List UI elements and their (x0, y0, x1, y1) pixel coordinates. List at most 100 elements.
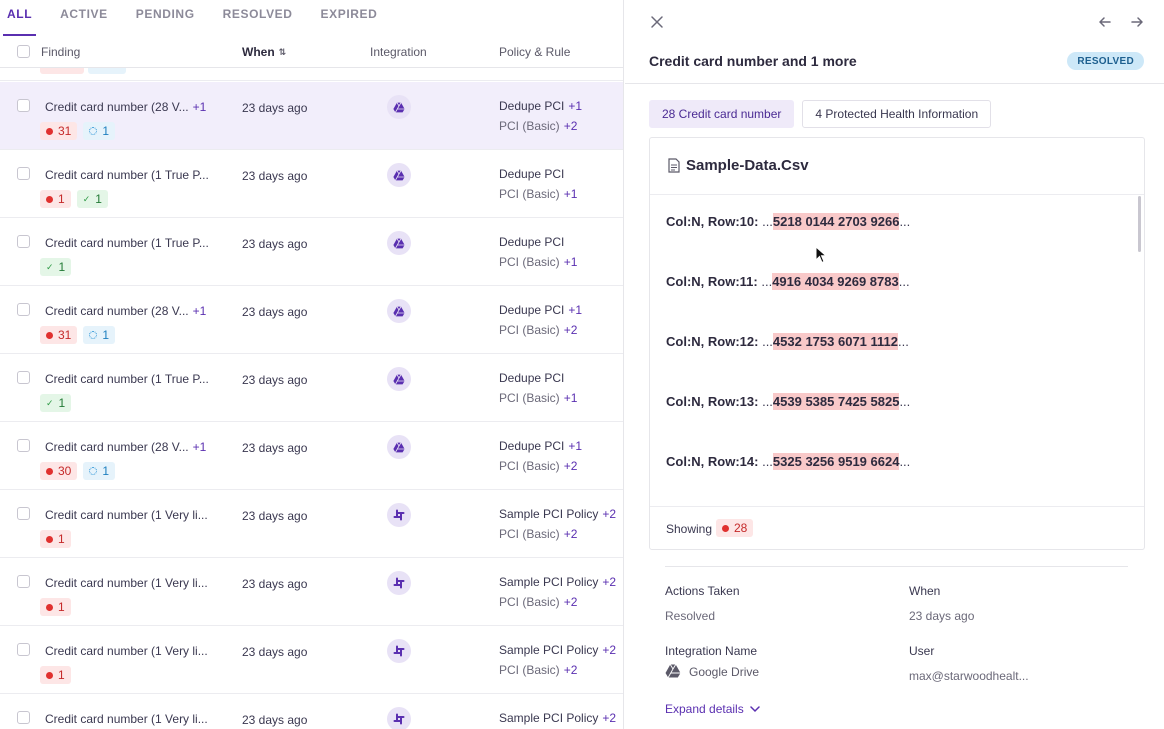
row-checkbox[interactable] (17, 439, 30, 452)
finding-name: Credit card number (1 True P... (45, 372, 209, 386)
policy-cell: Sample PCI Policy +2 PCI (Basic) +2 (499, 504, 616, 544)
rule-name: PCI (Basic) (499, 187, 560, 201)
when-cell: 23 days ago (242, 169, 308, 183)
finding-badges: 1 (40, 666, 71, 684)
in-progress-icon (89, 331, 98, 339)
finding-badges: 31 1 (40, 122, 116, 140)
rule-name: PCI (Basic) (499, 323, 560, 337)
status-tabs: ALL ACTIVE PENDING RESOLVED EXPIRED (0, 0, 623, 36)
rule-line: PCI (Basic) +2 (499, 660, 616, 680)
blue-count-badge: 1 (83, 462, 116, 480)
policy-line: Dedupe PCI +1 (499, 96, 582, 116)
row-checkbox[interactable] (17, 643, 30, 656)
rule-more-count: +1 (563, 255, 578, 269)
row-checkbox[interactable] (17, 711, 30, 724)
table-row[interactable]: Credit card number (1 Very li... 1 23 days… (0, 626, 623, 694)
scrollbar-thumb[interactable] (1138, 196, 1141, 252)
table-row[interactable]: Credit card number (1 Very li... 23 days … (0, 694, 623, 729)
finding-badges: ✓ 1 (40, 394, 72, 412)
integration-name-label: Integration Name (665, 644, 758, 658)
rule-name: PCI (Basic) (499, 527, 560, 541)
finding-name: Credit card number (28 V... +1 (45, 304, 206, 318)
policy-cell: Dedupe PCI +1 PCI (Basic) +2 (499, 436, 582, 476)
policy-cell: Dedupe PCI PCI (Basic) +1 (499, 164, 577, 204)
row-checkbox[interactable] (17, 371, 30, 384)
table-row[interactable]: Credit card number (1 True P... ✓ 1 23 days… (0, 218, 623, 286)
expand-details-button[interactable]: Expand details (665, 702, 760, 716)
policy-more-count: +2 (602, 575, 617, 589)
finding-badges: 30 1 (40, 462, 116, 480)
red-count-badge: 30 (40, 462, 78, 480)
rule-more-count: +1 (563, 187, 578, 201)
rule-line: PCI (Basic) +1 (499, 388, 577, 408)
table-row[interactable]: Credit card number (1 True P... 1 ✓ 1 23 day… (0, 150, 623, 218)
table-row[interactable]: Credit card number (1 True P... ✓ 1 23 days… (0, 354, 623, 422)
policy-cell: Sample PCI Policy +2 PCI (Basic) +2 (499, 572, 616, 612)
rule-line: PCI (Basic) +2 (499, 524, 616, 544)
header-finding[interactable]: Finding (41, 45, 80, 59)
header-when[interactable]: When ⇅ (242, 45, 286, 59)
finding-more-count: +1 (192, 440, 207, 454)
red-dot-icon (46, 195, 53, 203)
google-drive-icon (387, 435, 411, 459)
match-suffix: ... (899, 214, 911, 229)
google-drive-icon (387, 163, 411, 187)
table-row[interactable]: Credit card number (28 V... +1 30 1 23 days … (0, 422, 623, 490)
match-location: Col:N, Row:10: (666, 214, 759, 229)
row-checkbox[interactable] (17, 575, 30, 588)
finding-name: Credit card number (1 True P... (45, 168, 209, 182)
detail-title: Credit card number and 1 more (649, 53, 857, 69)
finding-text: Credit card number (1 Very li... (45, 508, 208, 522)
match-line: Col:N, Row:10: ...5218 0144 2703 9266... (666, 213, 911, 230)
match-list: Col:N, Row:10: ...5218 0144 2703 9266...… (650, 196, 1144, 506)
sort-icon: ⇅ (278, 47, 287, 57)
table-row[interactable]: Credit card number (1 Very li... 1 23 days… (0, 490, 623, 558)
table-row[interactable]: Credit card number (28 V... +1 31 1 23 days … (0, 82, 623, 150)
match-prefix: ... (762, 454, 773, 469)
policy-more-count: +1 (568, 439, 583, 453)
in-progress-icon (89, 467, 98, 475)
table-row[interactable]: Credit card number (28 V... +1 31 1 23 days … (0, 286, 623, 354)
finding-name: Credit card number (1 Very li... (45, 508, 208, 522)
row-checkbox[interactable] (17, 303, 30, 316)
tab-pending[interactable]: PENDING (136, 0, 195, 36)
slack-icon (387, 639, 411, 663)
badge-partial (88, 68, 126, 74)
tab-protected-health-information[interactable]: 4 Protected Health Information (802, 100, 992, 128)
tab-active[interactable]: ACTIVE (60, 0, 108, 36)
match-prefix: ... (762, 334, 773, 349)
policy-line: Dedupe PCI (499, 164, 577, 184)
select-all-checkbox[interactable] (17, 45, 30, 58)
check-icon: ✓ (82, 193, 91, 204)
row-checkbox[interactable] (17, 167, 30, 180)
rule-more-count: +2 (563, 323, 578, 337)
policy-name: Sample PCI Policy (499, 643, 599, 657)
rule-name: PCI (Basic) (499, 459, 560, 473)
header-when-label: When (242, 45, 275, 59)
policy-name: Sample PCI Policy (499, 711, 599, 725)
row-checkbox[interactable] (17, 99, 30, 112)
document-icon (668, 158, 680, 176)
rule-more-count: +2 (563, 663, 578, 677)
policy-cell: Dedupe PCI PCI (Basic) +1 (499, 232, 577, 272)
arrow-right-icon[interactable] (1129, 14, 1145, 30)
tab-expired[interactable]: EXPIRED (321, 0, 378, 36)
close-icon[interactable] (649, 14, 665, 30)
row-checkbox[interactable] (17, 235, 30, 248)
badge-count: 30 (58, 464, 72, 478)
when-cell: 23 days ago (242, 101, 308, 115)
badge-partial (40, 68, 84, 74)
finding-detail-pane: Credit card number and 1 more RESOLVED 2… (625, 0, 1164, 729)
policy-line: Sample PCI Policy +2 (499, 640, 616, 660)
red-dot-icon (46, 535, 53, 543)
policy-line: Sample PCI Policy +2 (499, 708, 616, 728)
row-checkbox[interactable] (17, 507, 30, 520)
when-cell: 23 days ago (242, 441, 308, 455)
arrow-left-icon[interactable] (1097, 14, 1113, 30)
tab-resolved[interactable]: RESOLVED (223, 0, 293, 36)
match-prefix: ... (762, 214, 773, 229)
table-row[interactable]: Credit card number (1 Very li... 1 23 days… (0, 558, 623, 626)
finding-badges: 31 1 (40, 326, 116, 344)
tab-credit-card-number[interactable]: 28 Credit card number (649, 100, 795, 128)
tab-all[interactable]: ALL (2, 0, 37, 36)
